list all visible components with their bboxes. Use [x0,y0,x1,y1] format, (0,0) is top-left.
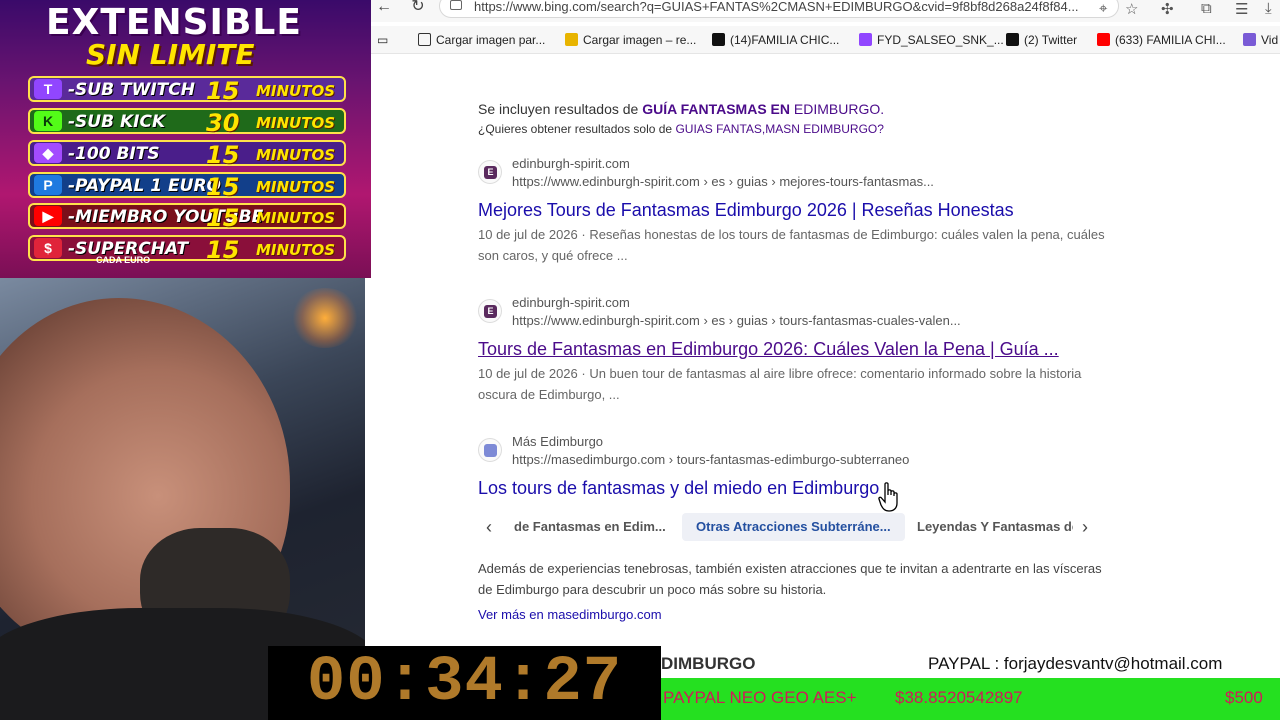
result-snippet: 10 de jul de 2026 · Un buen tour de fant… [478,366,1082,402]
site-favicon: E [478,160,502,184]
search-results: Se incluyen resultados de GUÍA FANTASMAS… [371,56,1280,720]
site-favicon [478,438,502,462]
donation-ticker: PAYPAL NEO GEO AES+ $38.8520542897 $500 [661,678,1280,720]
bookmark-item[interactable]: Vid [1243,33,1278,49]
bookmarks-toggle-icon[interactable]: ▭ [377,33,388,49]
carousel-chip[interactable]: Leyendas Y Fantasmas de [903,513,1073,541]
perk-row: T -SUB TWITCH 15 MINUTOS [28,76,346,105]
result-site-name: edinburgh-spirit.com [512,295,630,310]
ticker-goal-progress: $38.8520542897 [895,688,1023,707]
perk-row: K -SUB KICK 30 MINUTOS [28,108,346,137]
address-bar: ← ↻ https://www.bing.com/search?q=GUIAS+… [371,0,1280,22]
star-icon[interactable]: ☆ [1125,0,1138,18]
stream-perks-panel: EXTENSIBLE SIN LIMITE T -SUB TWITCH 15 M… [0,0,371,278]
ticker-goal-target: $500 [1225,688,1263,707]
perk-row: $ -SUPERCHAT CADA EURO 15 MINUTOS [28,235,346,265]
url-input[interactable]: https://www.bing.com/search?q=GUIAS+FANT… [439,0,1119,18]
chevron-left-icon[interactable]: ‹ [486,517,492,538]
result-url[interactable]: https://www.edinburgh-spirit.com › es › … [512,313,961,328]
image-icon [565,33,578,46]
more-icon[interactable]: ☰ [1235,0,1248,18]
background-light [290,288,360,348]
x-icon [1006,33,1019,46]
result-title-link[interactable]: Los tours de fantasmas y del miedo en Ed… [478,478,879,499]
chevron-right-icon[interactable]: › [1082,517,1088,538]
twitch-icon: T [34,79,62,99]
paypal-banner: PAYPAL : forjaydesvantv@hotmail.com [928,654,1223,673]
original-query-link[interactable]: GUIAS FANTAS,MASN EDIMBURGO? [675,122,883,136]
bookmark-item[interactable]: Cargar imagen – re... [565,33,696,49]
topic-carousel: ‹ de Fantasmas en Edim... Otras Atraccio… [478,513,1098,541]
result-url[interactable]: https://www.edinburgh-spirit.com › es › … [512,174,934,189]
bookmark-item[interactable]: (2) Twitter [1006,33,1077,49]
panel-subheadline: SIN LIMITE [86,38,255,71]
bookmarks-bar: ▭ Cargar imagen par... Cargar imagen – r… [371,26,1280,54]
lock-icon [450,0,462,10]
bookmark-item[interactable]: (633) FAMILIA CHI... [1097,33,1226,49]
result-title-link[interactable]: Mejores Tours de Fantasmas Edimburgo 202… [478,200,1014,221]
result-extra-text: Además de experiencias tenebrosas, tambi… [478,561,1102,597]
site-favicon: E [478,299,502,323]
twitch-icon [859,33,872,46]
included-results-notice: Se incluyen resultados de GUÍA FANTASMAS… [478,101,885,117]
paypal-icon: P [34,175,62,195]
bookmark-item[interactable]: FYD_SALSEO_SNK_... [859,33,1004,49]
download-icon[interactable]: ⤓ [1265,0,1272,17]
sl-icon [1243,33,1256,46]
location-icon[interactable]: ⌖ [1099,0,1107,17]
bookmark-item[interactable]: (14)FAMILIA CHIC... [712,33,839,49]
reload-icon[interactable]: ↻ [407,0,429,16]
perk-row: P -PAYPAL 1 EURO 15 MINUTOS [28,172,346,201]
partial-heading: DIMBURGO [661,654,756,673]
extensions-icon[interactable]: ✣ [1161,0,1174,18]
included-query-link[interactable]: GUÍA FANTASMAS EN [642,101,790,117]
result-title-link[interactable]: Tours de Fantasmas en Edimburgo 2026: Cu… [478,339,1059,360]
only-results-notice: ¿Quieres obtener resultados solo de GUIA… [478,122,884,136]
carousel-chip[interactable]: de Fantasmas en Edim... [500,513,680,541]
carousel-chip-active[interactable]: Otras Atracciones Subterráne... [682,513,905,541]
hand-cursor-icon [878,482,898,512]
tiktok-icon [712,33,725,46]
kick-icon: K [34,111,62,131]
url-text: https://www.bing.com/search?q=GUIAS+FANT… [474,0,1079,14]
split-icon[interactable]: ⧉ [1201,0,1212,17]
panel-headline: EXTENSIBLE [46,2,302,43]
result-site-name: Más Edimburgo [512,434,604,449]
browser-window: ← ↻ https://www.bing.com/search?q=GUIAS+… [371,0,1280,720]
image-icon [418,33,431,46]
superchat-icon: $ [34,238,62,258]
ticker-goal-name: PAYPAL NEO GEO AES+ [663,688,857,707]
result-url[interactable]: https://masedimburgo.com › tours-fantasm… [512,452,909,467]
perk-row: ◆ -100 BITS 15 MINUTOS [28,140,346,169]
subathon-timer: 00:34:27 [268,646,661,720]
back-icon[interactable]: ← [373,0,395,16]
perk-row: ▶ -MIEMBRO YOUTUBE 15 MINUTOS [28,203,346,232]
youtube-icon: ▶ [34,206,62,226]
bits-icon: ◆ [34,143,62,163]
youtube-icon [1097,33,1110,46]
see-more-link[interactable]: Ver más en masedimburgo.com [478,607,662,622]
result-site-name: edinburgh-spirit.com [512,156,630,171]
result-snippet: 10 de jul de 2026 · Reseñas honestas de … [478,227,1105,263]
bookmark-item[interactable]: Cargar imagen par... [418,33,545,49]
